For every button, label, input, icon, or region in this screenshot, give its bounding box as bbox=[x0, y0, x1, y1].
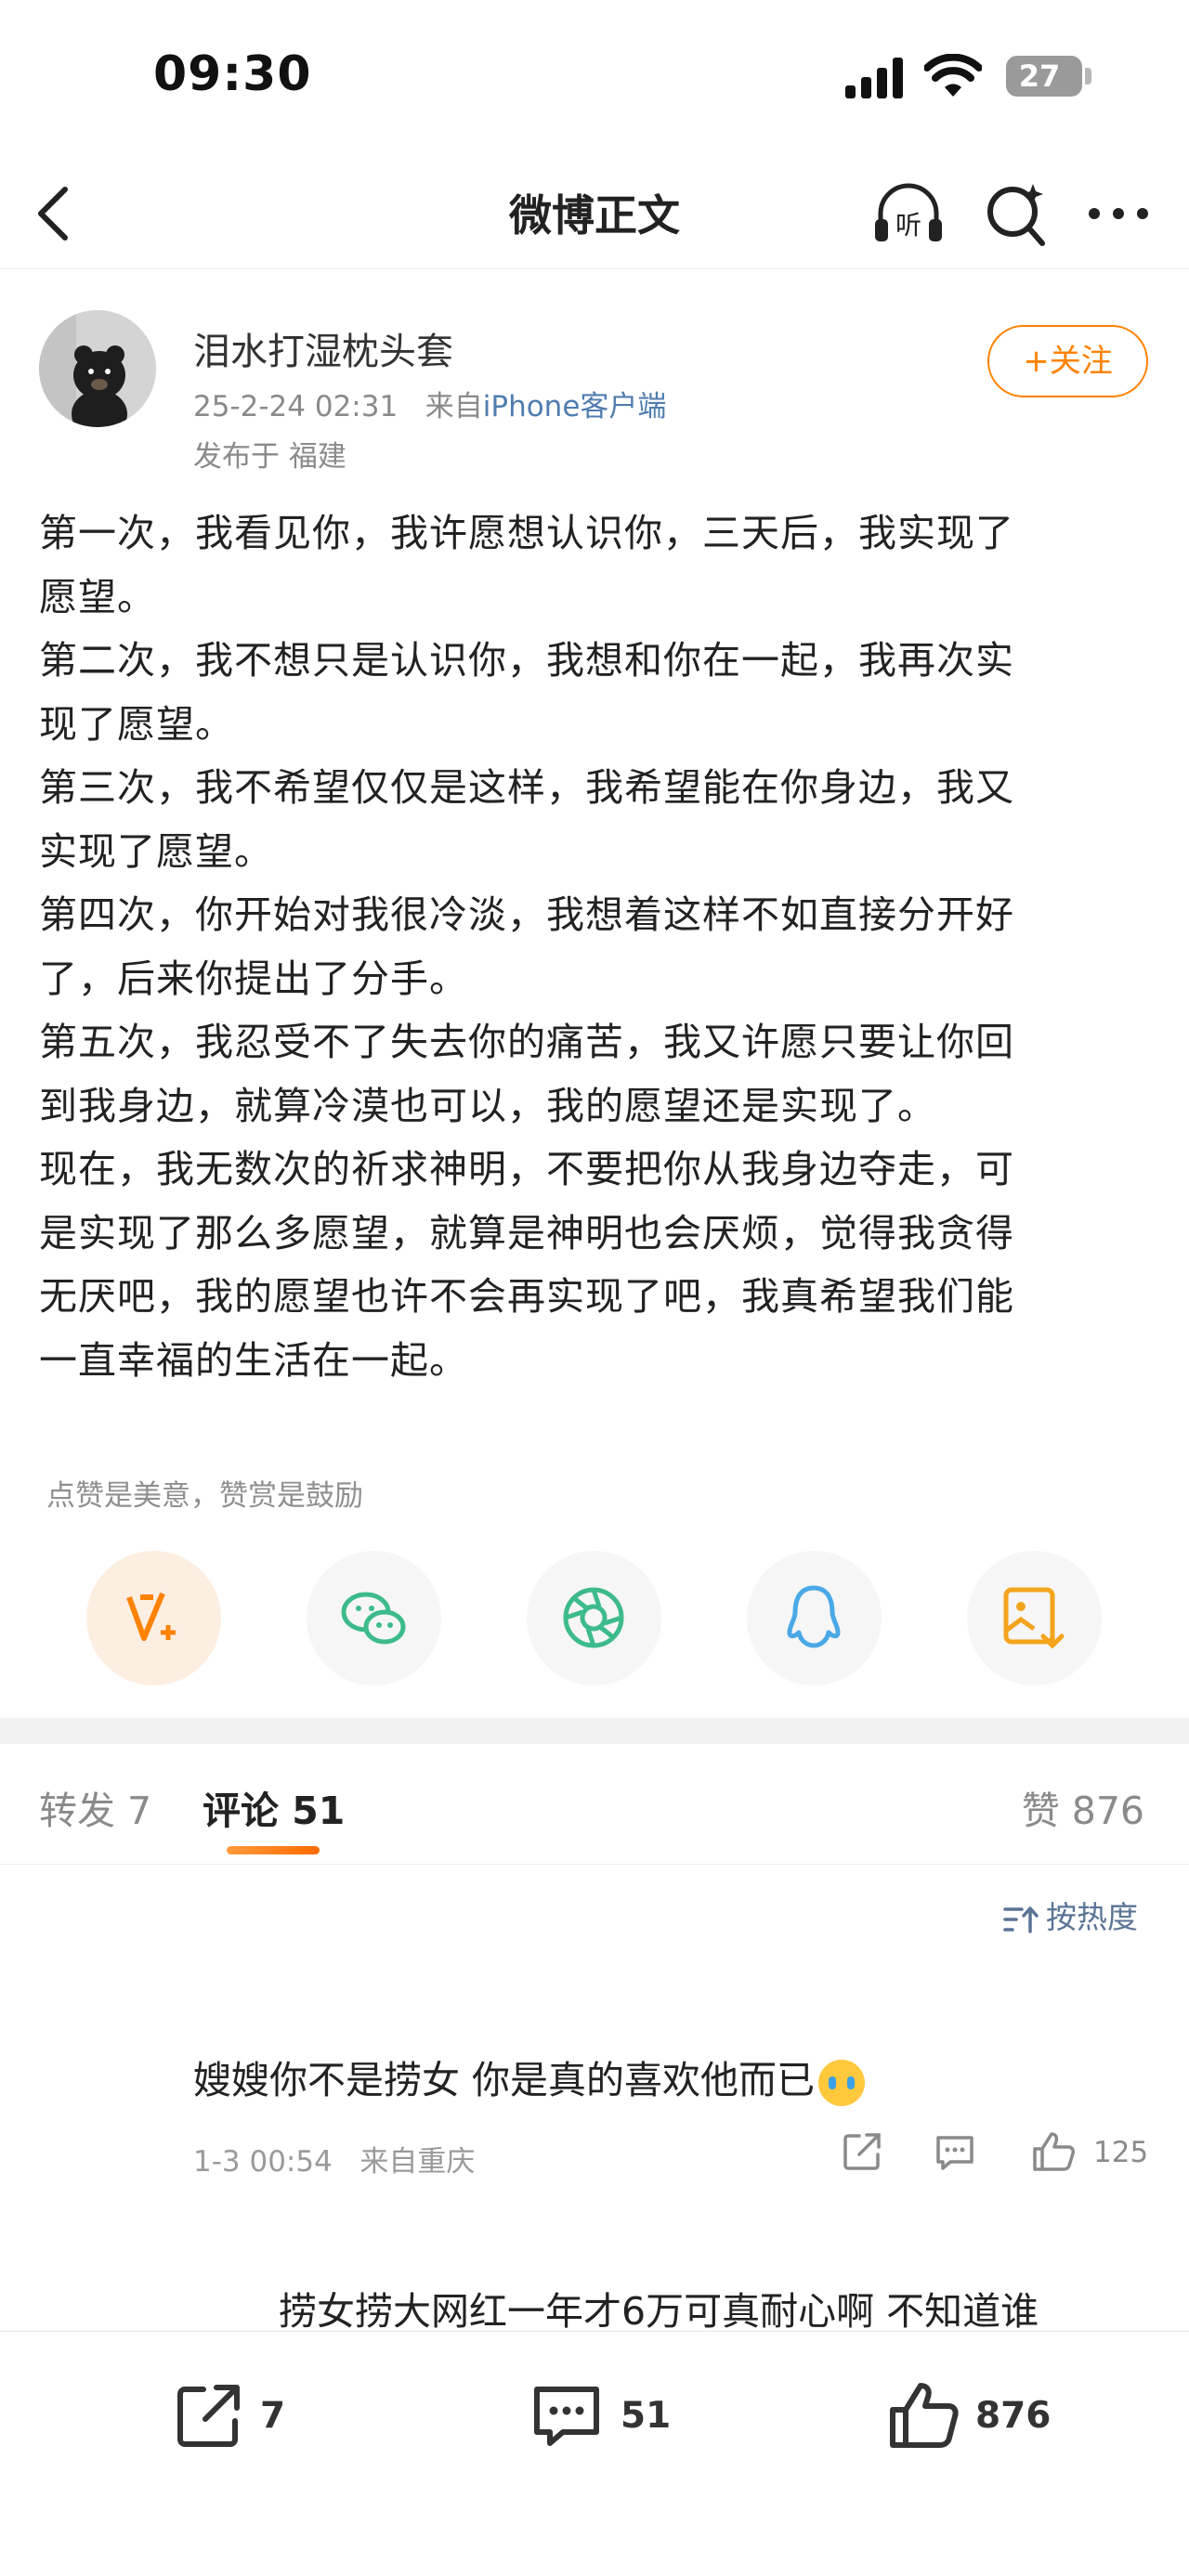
sort-label: 按热度 bbox=[1046, 1899, 1138, 1935]
tab-repost[interactable]: 转发 7 bbox=[39, 1779, 151, 1835]
wechat-icon bbox=[341, 1592, 406, 1645]
post-line: 第五次，我忍受不了失去你的痛苦，我又许愿只要让你回 bbox=[39, 1020, 1014, 1064]
post-line: 一直幸福的生活在一起。 bbox=[39, 1337, 468, 1383]
sub-comment-text: 捞女捞大网红一年才6万可真耐心啊 不知道谁 bbox=[279, 2289, 1039, 2334]
post-source-link[interactable]: iPhone客户端 bbox=[483, 390, 667, 423]
signal-icon bbox=[845, 58, 903, 98]
repost-icon bbox=[177, 2385, 240, 2447]
post-line: 是实现了那么多愿望，就算是神明也会厌烦，觉得我贪得 bbox=[39, 1210, 1014, 1255]
qq-icon bbox=[787, 1585, 841, 1648]
save-image-button[interactable] bbox=[967, 1551, 1102, 1685]
reward-button[interactable] bbox=[86, 1551, 221, 1685]
back-icon[interactable] bbox=[26, 180, 84, 247]
avatar[interactable] bbox=[39, 310, 156, 427]
post-line: 第四次，你开始对我很冷淡，我想着这样不如直接分开好 bbox=[39, 892, 1014, 937]
post-meta: 25-2-24 02:31 来自iPhone客户端 bbox=[193, 383, 666, 424]
moments-icon bbox=[563, 1587, 624, 1648]
share-wechat-button[interactable] bbox=[307, 1551, 441, 1685]
comment-actions: 125 bbox=[841, 2130, 1156, 2177]
post-line: 第二次，我不想只是认识你，我想和你在一起，我再次实 bbox=[39, 638, 1014, 683]
post-line: 现了愿望。 bbox=[39, 701, 234, 747]
post-source-prefix: 来自 bbox=[425, 390, 483, 423]
share-qq-button[interactable] bbox=[747, 1551, 882, 1685]
repost-count: 7 bbox=[260, 2395, 286, 2437]
post-line: 实现了愿望。 bbox=[39, 828, 273, 874]
comment-location: 来自重庆 bbox=[359, 2145, 476, 2179]
post-line: 到我身边，就算冷漠也可以，我的愿望还是实现了。 bbox=[39, 1083, 936, 1128]
listen-icon[interactable]: 听 bbox=[871, 180, 946, 247]
tab-like[interactable]: 赞 876 bbox=[1022, 1779, 1144, 1835]
like-icon bbox=[890, 2383, 959, 2448]
comment-date: 1-3 00:54 bbox=[193, 2145, 333, 2179]
post-location: 发布于 福建 bbox=[193, 440, 346, 474]
post-line: 愿望。 bbox=[39, 574, 156, 619]
sort-icon bbox=[1003, 1906, 1039, 1933]
more-icon[interactable] bbox=[1085, 195, 1152, 232]
crying-emoji-icon bbox=[818, 2060, 866, 2106]
wifi-icon bbox=[924, 54, 982, 97]
active-tab-indicator bbox=[227, 1846, 320, 1854]
post-line: 无厌吧，我的愿望也许不会再实现了吧，我真希望我们能 bbox=[39, 1274, 1014, 1319]
reward-hint: 点赞是美意，赞赏是鼓励 bbox=[46, 1479, 363, 1513]
author-name[interactable]: 泪水打湿枕头套 bbox=[193, 321, 453, 375]
comment-meta: 1-3 00:54 来自重庆 bbox=[193, 2138, 475, 2179]
svg-text:听: 听 bbox=[895, 210, 921, 241]
tab-comment[interactable]: 评论 51 bbox=[203, 1779, 345, 1835]
share-row bbox=[0, 1551, 1189, 1685]
sort-button[interactable]: 按热度 bbox=[1003, 1893, 1138, 1937]
page-title: 微博正文 bbox=[509, 190, 680, 241]
comment-share-icon[interactable] bbox=[841, 2130, 883, 2173]
comment-body: 嫂嫂你不是捞女 你是真的喜欢他而已 bbox=[193, 2058, 816, 2102]
section-separator bbox=[0, 1718, 1189, 1744]
interaction-tabs: 转发 7 评论 51 赞 876 bbox=[0, 1744, 1189, 1865]
post-line: 第三次，我不希望仅仅是这样，我希望能在你身边，我又 bbox=[39, 765, 1014, 810]
post-date: 25-2-24 02:31 bbox=[193, 390, 399, 423]
nav-bar: 微博正文 听 bbox=[0, 158, 1189, 269]
battery-cap bbox=[1085, 68, 1091, 85]
post-line: 第一次，我看见你，我许愿想认识你，三天后，我实现了 bbox=[39, 511, 1014, 555]
battery-level: 27 bbox=[1018, 59, 1061, 94]
post-line: 现在，我无数次的祈求神明，不要把你从我身边夺走，可 bbox=[39, 1147, 1014, 1191]
status-bar: 09:30 27 bbox=[0, 0, 1189, 158]
post-body: 第一次，我看见你，我许愿想认识你，三天后，我实现了 愿望。 第二次，我不想只是认… bbox=[39, 501, 1154, 1392]
comment-like-count: 125 bbox=[1093, 2136, 1149, 2169]
status-time: 09:30 bbox=[153, 46, 312, 102]
like-count: 876 bbox=[975, 2395, 1052, 2437]
bear-avatar-icon bbox=[39, 310, 156, 427]
battery-icon: 27 bbox=[1006, 56, 1082, 97]
comment-reply-icon[interactable] bbox=[934, 2130, 976, 2173]
bottom-action-bar: 7 51 876 bbox=[0, 2331, 1189, 2576]
search-icon[interactable] bbox=[983, 178, 1048, 249]
follow-button[interactable]: +关注 bbox=[987, 325, 1148, 397]
comment-like-icon[interactable] bbox=[1031, 2130, 1078, 2173]
comment-count: 51 bbox=[621, 2395, 672, 2437]
share-moments-button[interactable] bbox=[527, 1551, 661, 1685]
comment-text: 嫂嫂你不是捞女 你是真的喜欢他而已 bbox=[193, 2049, 866, 2106]
save-image-icon bbox=[1003, 1587, 1065, 1649]
comment-icon bbox=[534, 2387, 599, 2446]
weibo-reward-icon bbox=[126, 1592, 176, 1641]
post-line: 了，后来你提出了分手。 bbox=[39, 956, 468, 1001]
